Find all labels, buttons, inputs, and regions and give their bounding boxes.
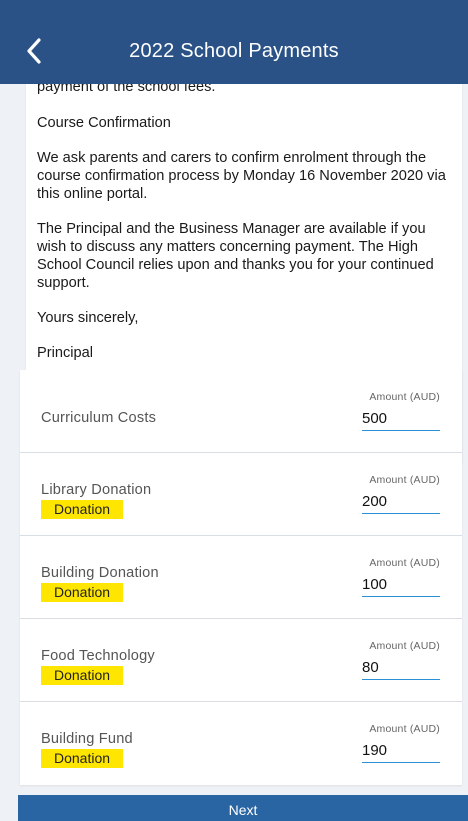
fee-row-curriculum-costs: Curriculum Costs Amount (AUD) — [20, 370, 462, 453]
amount-field[interactable] — [362, 490, 440, 514]
fee-label: Building Donation — [41, 565, 159, 581]
amount-caption: Amount (AUD) — [369, 640, 440, 652]
amount-field[interactable] — [362, 656, 440, 680]
fee-row-building-donation: Building Donation Donation Amount (AUD) — [20, 536, 462, 619]
fee-row-food-technology: Food Technology Donation Amount (AUD) — [20, 619, 462, 702]
donation-badge: Donation — [41, 500, 124, 519]
fee-row-library-donation: Library Donation Donation Amount (AUD) — [20, 453, 462, 536]
page-title: 2022 School Payments — [129, 40, 339, 62]
amount-caption: Amount (AUD) — [369, 557, 440, 569]
letter-heading: Course Confirmation — [37, 115, 171, 131]
fee-label: Library Donation — [41, 482, 152, 498]
donation-badge: Donation — [41, 666, 124, 685]
fees-list: Curriculum Costs Amount (AUD) Library Do… — [20, 370, 462, 785]
fee-label: Food Technology — [41, 648, 155, 664]
letter-paragraph-2: The Principal and the Business Manager a… — [37, 221, 434, 291]
letter-partial-line: payment of the school fees. — [37, 84, 216, 95]
next-button[interactable]: Next — [18, 795, 468, 821]
donation-badge: Donation — [41, 583, 124, 602]
letter-signoff: Yours sincerely, — [37, 310, 139, 326]
app-header: 2022 School Payments — [0, 0, 468, 84]
fee-label: Building Fund — [41, 731, 133, 747]
fee-label: Curriculum Costs — [41, 410, 157, 426]
fee-row-building-fund: Building Fund Donation Amount (AUD) — [20, 702, 462, 785]
letter-paragraph-1: We ask parents and carers to confirm enr… — [37, 150, 446, 202]
amount-field[interactable] — [362, 407, 440, 431]
amount-field[interactable] — [362, 739, 440, 763]
amount-caption: Amount (AUD) — [369, 474, 440, 486]
content-scroll-area[interactable]: payment of the school fees. Course Confi… — [0, 84, 468, 795]
amount-caption: Amount (AUD) — [369, 391, 440, 403]
letter-signature: Principal — [37, 345, 93, 361]
amount-caption: Amount (AUD) — [369, 723, 440, 735]
donation-badge: Donation — [41, 749, 124, 768]
amount-field[interactable] — [362, 573, 440, 597]
